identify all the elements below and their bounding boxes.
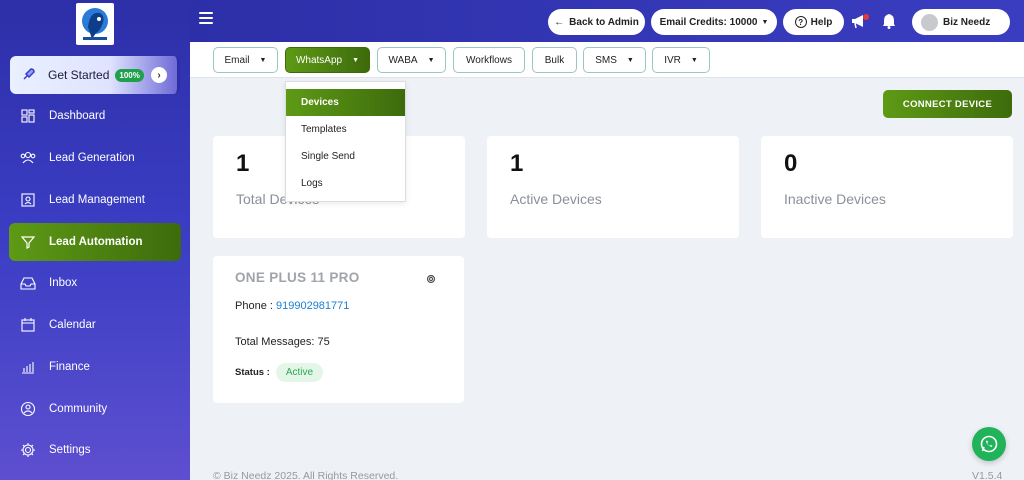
gear-icon[interactable] [425, 273, 437, 285]
user-name: Biz Needz [943, 16, 991, 28]
bell-icon[interactable] [879, 11, 899, 31]
rocket-icon [22, 67, 38, 83]
tab-whatsapp[interactable]: WhatsApp ▼ [285, 47, 370, 73]
megaphone-icon[interactable] [850, 11, 870, 31]
sidebar-item-label: Lead Automation [49, 236, 143, 248]
menu-item-templates[interactable]: Templates [286, 116, 405, 143]
avatar [921, 13, 938, 31]
caret-down-icon: ▼ [427, 56, 435, 64]
stat-label: Active Devices [510, 191, 602, 207]
tab-workflows[interactable]: Workflows [453, 47, 525, 73]
sidebar-item-label: Calendar [49, 319, 96, 331]
tab-label: Workflows [466, 54, 512, 66]
help-label: Help [810, 16, 833, 28]
menu-item-single-send[interactable]: Single Send [286, 143, 405, 170]
menu-item-logs[interactable]: Logs [286, 170, 405, 197]
tab-bar: Email ▼ WhatsApp ▼ WABA ▼ Workflows Bulk SM… [190, 42, 1024, 78]
tab-label: IVR [664, 54, 681, 66]
chevron-right-icon[interactable]: › [151, 67, 167, 83]
sidebar-item-finance[interactable]: Finance [9, 348, 181, 386]
caret-down-icon: ▼ [690, 56, 698, 64]
topbar: ← Back to Admin Email Credits: 10000 ▼ ?… [190, 0, 1024, 42]
tab-label: Email [224, 54, 250, 66]
sidebar-item-inbox[interactable]: Inbox [9, 264, 181, 302]
tab-bulk[interactable]: Bulk [532, 47, 577, 73]
device-phone: Phone : 919902981771 [235, 300, 349, 312]
tab-label: WABA [388, 54, 418, 66]
sidebar-item-label: Inbox [49, 277, 78, 289]
caret-down-icon: ▼ [761, 18, 769, 26]
device-total-messages: Total Messages: 75 [235, 336, 330, 348]
stat-value: 1 [236, 150, 250, 177]
caret-down-icon: ▼ [626, 56, 634, 64]
contact-card-icon [19, 191, 37, 209]
connect-device-button[interactable]: CONNECT DEVICE [883, 90, 1012, 118]
people-icon [19, 149, 37, 167]
sidebar-item-label: Dashboard [49, 110, 106, 122]
sidebar-item-label: Lead Generation [49, 152, 135, 164]
community-icon [19, 400, 37, 418]
device-name: ONE PLUS 11 PRO [235, 270, 360, 285]
device-status: Status : Active [235, 363, 324, 382]
help-circle-icon: ? [794, 16, 807, 28]
sidebar-item-label: Lead Management [49, 194, 145, 206]
tab-sms[interactable]: SMS ▼ [583, 47, 646, 73]
dashboard-icon [19, 107, 37, 125]
sidebar-item-lead-generation[interactable]: Lead Generation [9, 139, 181, 177]
calendar-icon [19, 316, 37, 334]
back-to-admin-button[interactable]: ← Back to Admin [548, 9, 645, 35]
tab-label: Bulk [544, 54, 565, 66]
get-started-label: Get Started [48, 68, 110, 82]
logo[interactable] [76, 3, 114, 45]
sidebar-item-lead-management[interactable]: Lead Management [9, 181, 181, 219]
caret-down-icon: ▼ [352, 56, 360, 64]
whatsapp-chat-button[interactable] [972, 427, 1006, 461]
tab-email[interactable]: Email ▼ [213, 47, 278, 73]
email-credits-label: Email Credits: 10000 [659, 16, 758, 28]
back-to-admin-label: Back to Admin [569, 16, 639, 28]
phone-label: Phone : [235, 300, 273, 312]
stat-card-inactive: 0 Inactive Devices [761, 136, 1013, 238]
tab-waba[interactable]: WABA ▼ [377, 47, 446, 73]
caret-down-icon: ▼ [259, 56, 267, 64]
inbox-icon [19, 274, 37, 292]
sidebar-item-label: Settings [49, 444, 91, 456]
stat-value: 0 [784, 150, 798, 177]
sidebar-item-calendar[interactable]: Calendar [9, 306, 181, 344]
status-badge: Active [275, 363, 324, 382]
tab-label: SMS [595, 54, 617, 66]
status-label: Status : [235, 367, 270, 378]
sidebar-item-community[interactable]: Community [9, 390, 181, 428]
funnel-icon [19, 233, 37, 251]
arrow-left-icon: ← [554, 16, 565, 28]
sidebar-item-lead-automation[interactable]: Lead Automation [9, 223, 181, 261]
sidebar-item-label: Community [49, 403, 108, 415]
gear-icon [19, 441, 37, 459]
hamburger-menu-icon[interactable] [199, 12, 213, 24]
tab-label: WhatsApp [295, 54, 343, 66]
sidebar-item-settings[interactable]: Settings [9, 431, 181, 469]
help-button[interactable]: ? Help [783, 9, 844, 35]
finance-chart-icon [19, 358, 37, 376]
whatsapp-dropdown-menu: Devices Templates Single Send Logs [285, 81, 406, 202]
stat-label: Inactive Devices [784, 191, 886, 207]
sidebar: Get Started 100% › Dashboard Lead Genera… [0, 0, 190, 480]
footer-copyright: © Biz Needz 2025. All Rights Reserved. [213, 470, 399, 480]
tab-ivr[interactable]: IVR ▼ [652, 47, 710, 73]
stat-card-active: 1 Active Devices [487, 136, 739, 238]
menu-item-devices[interactable]: Devices [286, 89, 405, 116]
whatsapp-icon [980, 435, 998, 453]
progress-badge: 100% [115, 68, 144, 82]
footer-version: V1.5.4 [972, 470, 1003, 480]
phone-value-link[interactable]: 919902981771 [276, 300, 349, 312]
email-credits-dropdown[interactable]: Email Credits: 10000 ▼ [651, 9, 777, 35]
sidebar-item-dashboard[interactable]: Dashboard [9, 97, 181, 135]
get-started-button[interactable]: Get Started 100% › [10, 56, 180, 94]
stat-value: 1 [510, 150, 524, 177]
user-profile-button[interactable]: Biz Needz [912, 9, 1010, 35]
sidebar-item-label: Finance [49, 361, 90, 373]
device-card: ONE PLUS 11 PRO Phone : 919902981771 Tot… [213, 256, 464, 403]
